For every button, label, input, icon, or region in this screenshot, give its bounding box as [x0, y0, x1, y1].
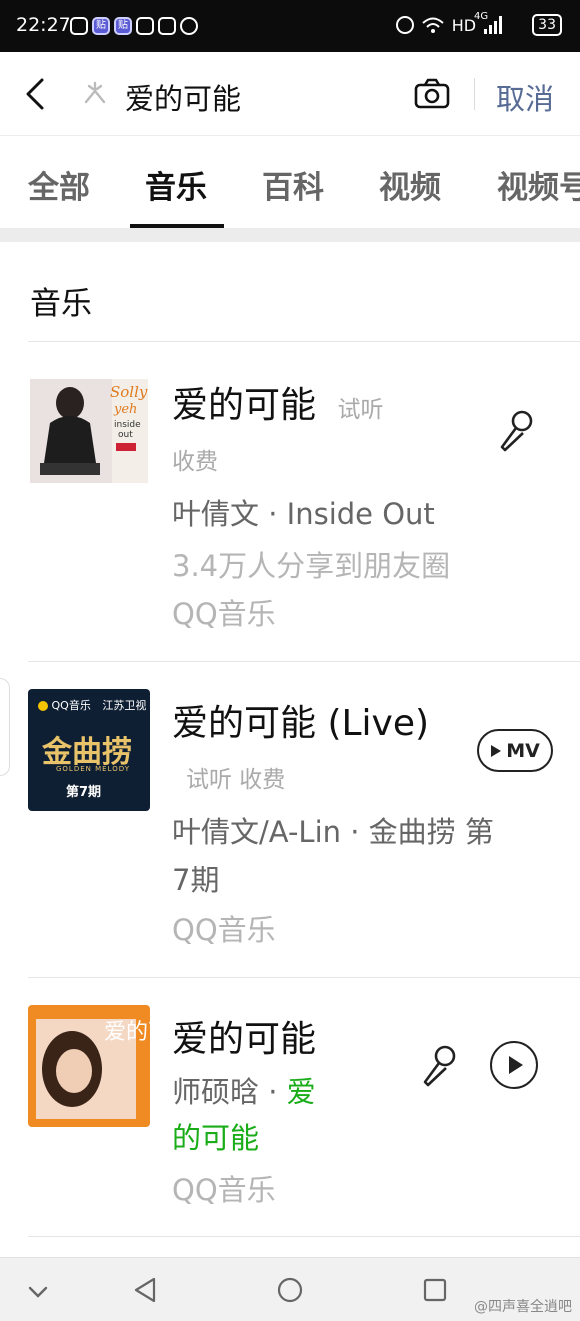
system-nav-bar: @四声喜全逍吧 — [0, 1257, 580, 1321]
cover-subtitle: GOLDEN MELODY — [56, 765, 131, 773]
divider — [28, 977, 580, 978]
search-brand-icon — [84, 81, 106, 104]
tag-paid: 收费 — [172, 449, 218, 475]
album-cover: QQ音乐 江苏卫视 金曲捞 GOLDEN MELODY 第7期 — [28, 689, 150, 811]
album-cover: 爱的可能 — [28, 1005, 150, 1127]
message-icon — [70, 17, 88, 35]
alarm-icon — [395, 16, 414, 34]
tieba-icon: 贴 — [114, 17, 132, 35]
gallery-icon — [158, 17, 176, 35]
artist-album: 叶倩文/A-Lin · 金曲捞 第 — [172, 815, 494, 849]
tab-encyclopedia[interactable]: 百科 — [262, 162, 324, 207]
svg-text:out: out — [118, 430, 133, 440]
play-button[interactable] — [490, 1041, 538, 1089]
cancel-button[interactable]: 取消 — [496, 76, 554, 118]
cover-channel: 江苏卫视 — [102, 699, 147, 712]
wifi-icon — [422, 17, 444, 33]
camera-icon[interactable] — [414, 78, 450, 110]
artist-album-cont: 7期 — [172, 863, 220, 897]
tieba-icon: 贴 — [92, 17, 110, 35]
cover-brand: QQ音乐 — [51, 699, 91, 712]
clock: 22:27 — [16, 14, 71, 36]
tab-all[interactable]: 全部 — [28, 162, 90, 207]
keyword-highlight: 的可能 — [172, 1121, 260, 1155]
search-input[interactable]: 爱的可能 — [125, 76, 241, 118]
divider — [28, 341, 580, 342]
artist-album: 叶倩文 · Inside Out — [172, 497, 435, 531]
svg-text:inside: inside — [114, 420, 141, 430]
status-bar: 22:27 贴 贴 HD 4G 33 — [0, 0, 580, 52]
divider — [28, 1236, 580, 1237]
song-title: 爱的可能 (Live) — [172, 703, 430, 744]
floating-handle[interactable] — [0, 678, 10, 776]
section-spacer — [0, 228, 580, 242]
tab-channels[interactable]: 视频号 — [497, 162, 580, 207]
section-title: 音乐 — [30, 286, 92, 322]
system-indicators: HD 4G 33 — [395, 10, 562, 36]
home-nav-icon[interactable] — [276, 1276, 304, 1304]
mv-button[interactable]: MV — [477, 729, 553, 772]
karaoke-mic-icon[interactable] — [419, 1044, 459, 1088]
battery-icon: 33 — [532, 14, 562, 36]
divider — [474, 78, 475, 110]
mv-label: MV — [506, 739, 540, 762]
signal-label: 4G — [474, 10, 489, 22]
source-label: QQ音乐 — [172, 1173, 276, 1207]
category-tabs: 全部 音乐 百科 视频 视频号 — [0, 136, 580, 228]
network-type: HD — [451, 15, 477, 35]
keyword-highlight: 爱 — [286, 1075, 316, 1109]
cover-episode: 第7期 — [66, 785, 102, 800]
song-title: 爱的可能 — [172, 1019, 317, 1060]
tag-preview: 试听 — [337, 397, 384, 423]
recents-nav-icon[interactable] — [421, 1276, 449, 1304]
source-label: QQ音乐 — [172, 913, 276, 947]
source-label: QQ音乐 — [172, 597, 276, 631]
share-count: 3.4万人分享到朋友圈 — [172, 549, 451, 583]
cover-title: 爱的可能 — [104, 1020, 150, 1045]
watermark: @四声喜全逍吧 — [474, 1299, 572, 1315]
wechat-icon — [136, 17, 154, 35]
svg-text:Solly: Solly — [110, 383, 148, 401]
play-icon — [491, 744, 502, 757]
app-icon — [180, 17, 198, 35]
back-nav-icon[interactable] — [132, 1276, 160, 1304]
play-icon — [509, 1056, 523, 1074]
svg-text:yeh: yeh — [113, 402, 137, 417]
back-icon[interactable] — [24, 78, 46, 110]
divider — [28, 661, 580, 662]
tags: 试听 收费 — [186, 767, 286, 793]
notification-icons: 贴 贴 — [70, 17, 198, 35]
karaoke-mic-icon[interactable] — [496, 409, 536, 453]
tab-video[interactable]: 视频 — [379, 162, 441, 207]
tab-music[interactable]: 音乐 — [145, 162, 207, 207]
chevron-down-icon[interactable] — [24, 1278, 52, 1306]
song-title: 爱的可能 试听 — [172, 385, 384, 426]
search-bar: 爱的可能 取消 — [0, 52, 580, 136]
artist-album: 师硕晗 · 爱 — [172, 1075, 316, 1109]
album-cover: Solly yeh inside out — [30, 379, 148, 483]
